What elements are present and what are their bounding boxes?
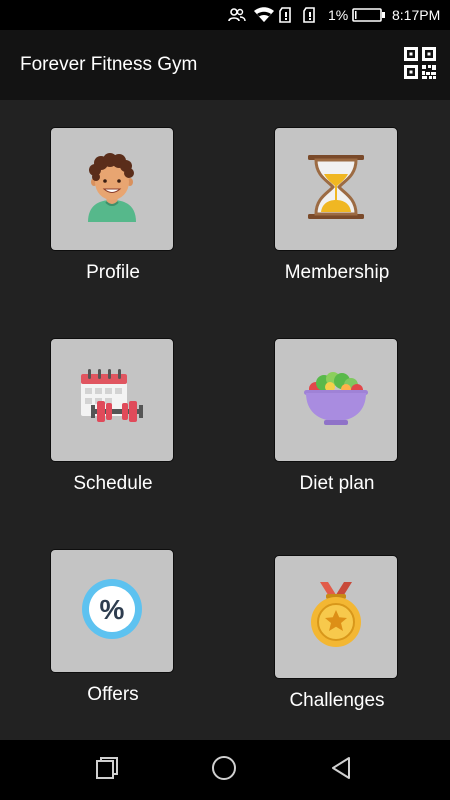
medal-icon: [308, 581, 364, 653]
hourglass-icon: [306, 154, 366, 225]
home-button[interactable]: [204, 750, 244, 790]
navigation-bar: [0, 740, 450, 800]
svg-text:%: %: [100, 594, 125, 625]
sim-card-icon: [279, 0, 293, 30]
diet-plan-tile[interactable]: [274, 338, 398, 462]
offers-label: Offers: [87, 684, 139, 705]
home-icon: [211, 755, 237, 786]
schedule-label: Schedule: [73, 473, 153, 494]
qr-code-icon: [404, 46, 436, 84]
salad-bowl-icon: [302, 369, 370, 432]
offers-tile[interactable]: %: [50, 549, 174, 673]
challenges-tile[interactable]: [274, 555, 398, 679]
recent-apps-icon: [95, 756, 119, 785]
back-icon: [329, 756, 353, 785]
app-bar: Forever Fitness Gym: [0, 30, 450, 100]
schedule-tile[interactable]: [50, 338, 174, 462]
calendar-dumbbell-icon: [79, 368, 145, 433]
back-button[interactable]: [321, 750, 361, 790]
percent-badge-icon: %: [81, 578, 143, 645]
challenges-label: Challenges: [289, 690, 385, 711]
app-title: Forever Fitness Gym: [20, 54, 198, 75]
battery-icon: [352, 0, 386, 30]
diet-plan-label: Diet plan: [299, 473, 375, 494]
membership-tile[interactable]: [274, 127, 398, 251]
profile-avatar-icon: [80, 152, 144, 227]
qr-code-button[interactable]: [400, 45, 440, 85]
wifi-icon: [254, 0, 274, 30]
recent-apps-button[interactable]: [87, 750, 127, 790]
profile-label: Profile: [86, 262, 140, 283]
battery-percent: 1%: [328, 7, 349, 23]
membership-label: Membership: [284, 262, 390, 283]
status-bar: 1% 8:17PM: [0, 0, 450, 30]
profile-tile[interactable]: [50, 127, 174, 251]
clock-time: 8:17PM: [392, 7, 441, 23]
account-icon: [228, 0, 246, 30]
sim-card-icon: [303, 0, 317, 30]
